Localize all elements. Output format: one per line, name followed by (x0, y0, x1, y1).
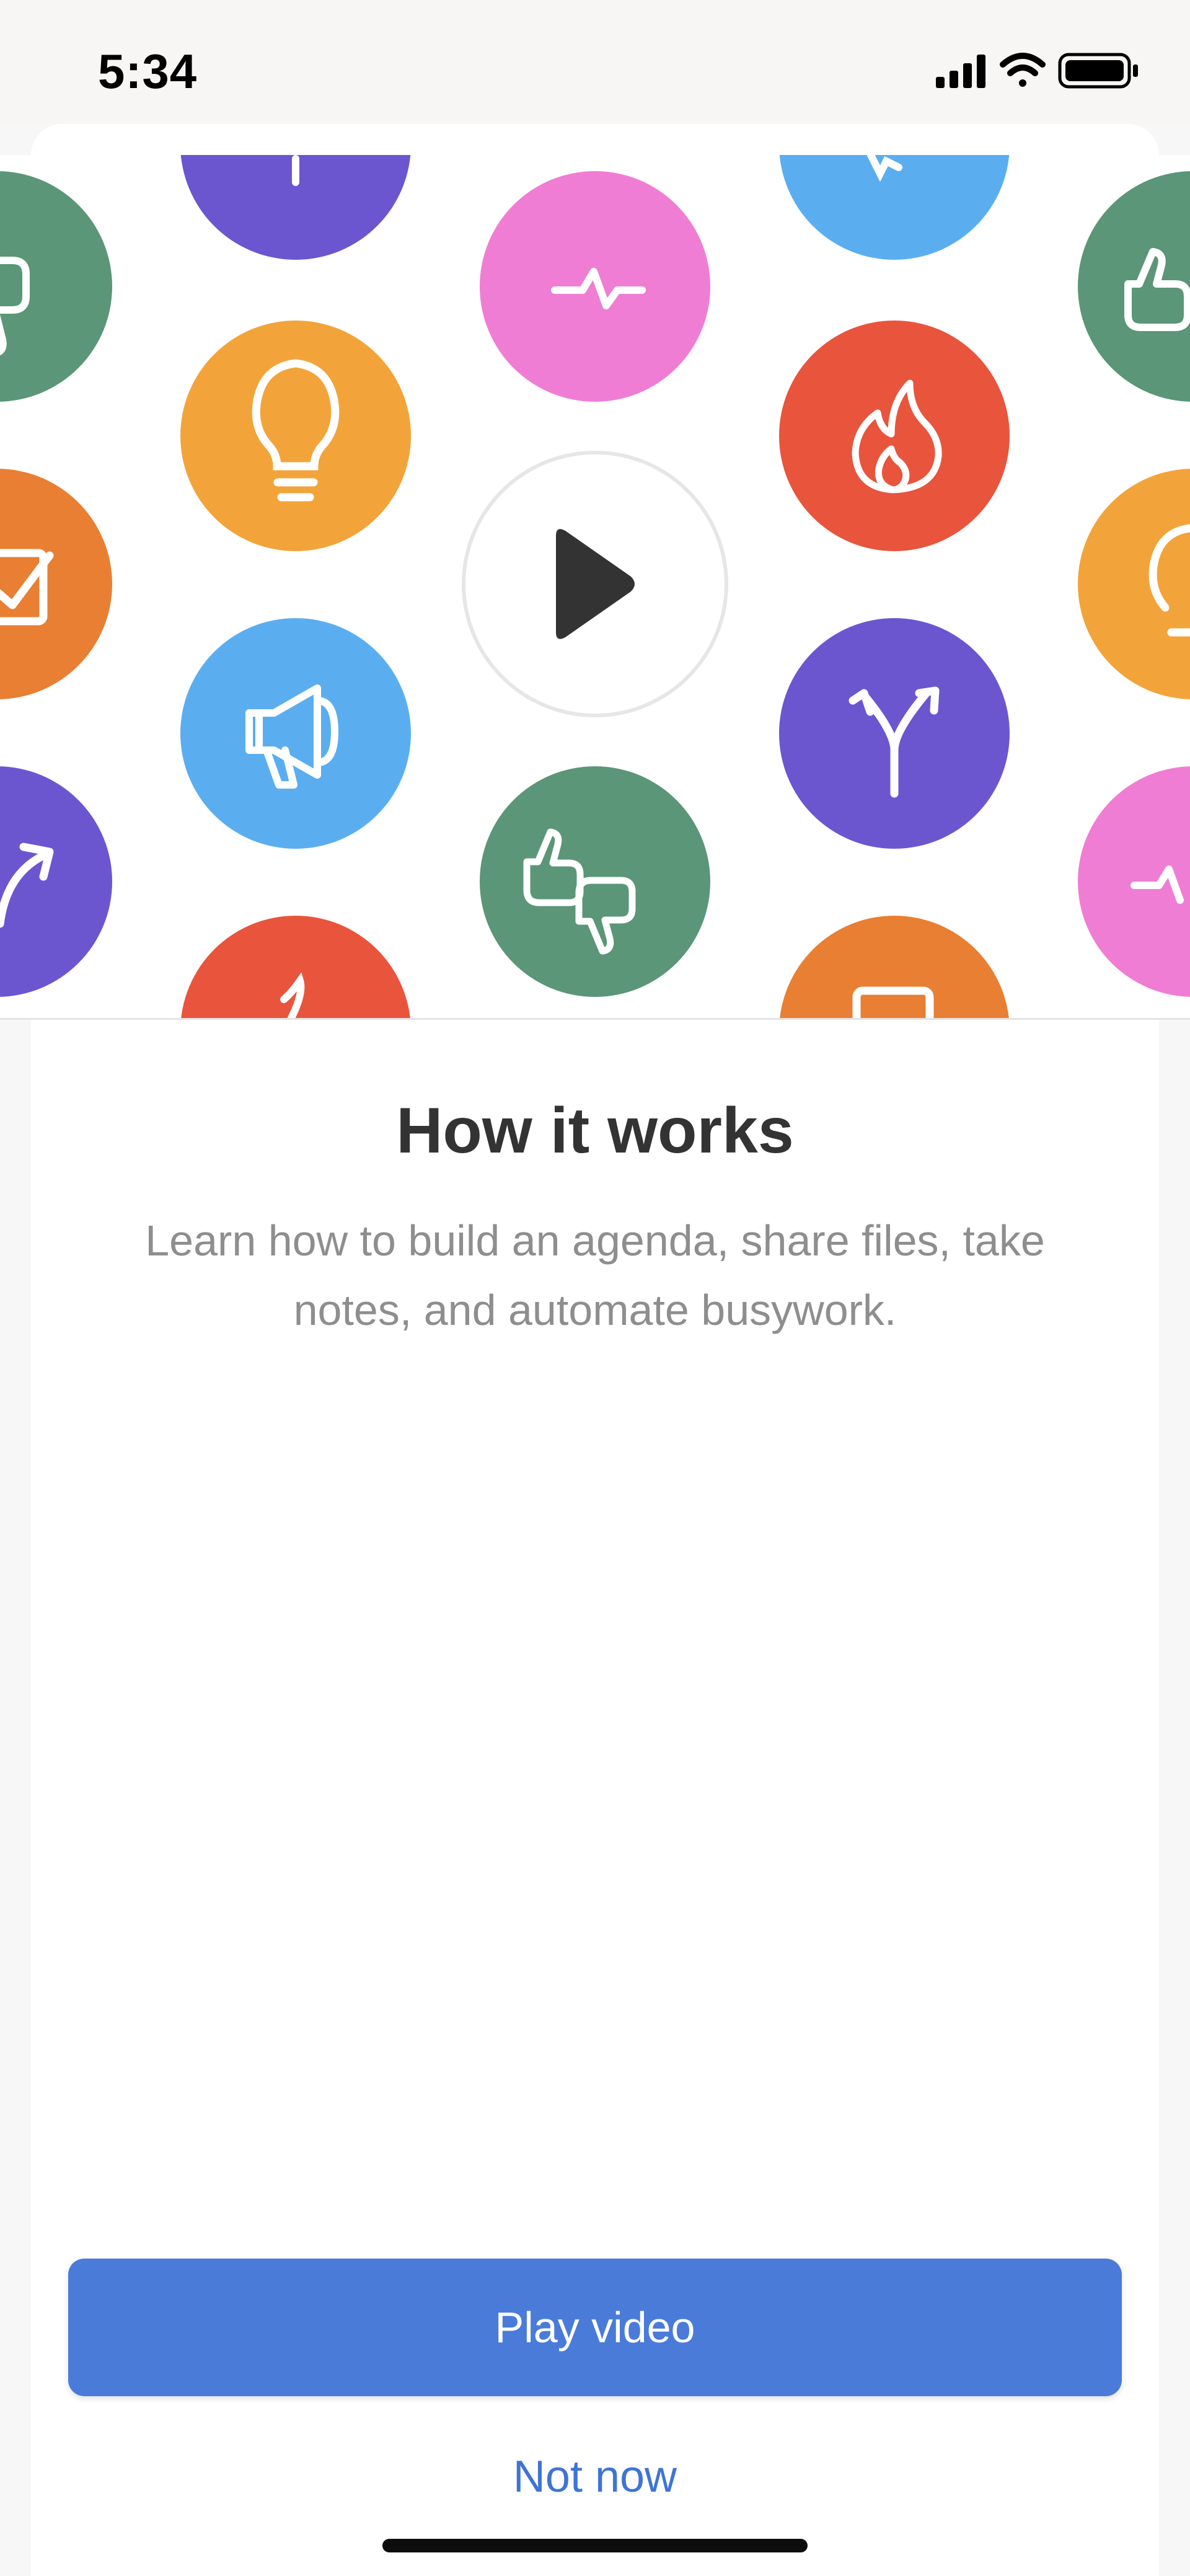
not-now-link[interactable]: Not now (409, 2440, 781, 2514)
trend-arrow-tile (0, 766, 112, 997)
play-video-control[interactable] (462, 451, 728, 717)
wifi-icon (1000, 53, 1046, 87)
home-indicator[interactable] (382, 2539, 808, 2552)
thumbs-down-tile (0, 171, 112, 402)
thumbs-up-down-tile (480, 766, 710, 997)
play-video-button[interactable]: Play video (68, 2259, 1122, 2396)
lightbulb-tile (180, 321, 411, 551)
page-description: Learn how to build an agenda, share file… (145, 1216, 1045, 1334)
page-title: How it works (396, 1095, 794, 1167)
thumbs-up-tile (1078, 171, 1190, 402)
cellular-signal-icon (936, 55, 985, 88)
battery-icon (1058, 53, 1138, 89)
hero-illustration (0, 155, 1190, 1020)
flame-tile-bottom (181, 916, 410, 1018)
lightbulb-tile-right (1078, 469, 1190, 699)
checkbox-tile (0, 469, 112, 699)
status-icons (936, 53, 1138, 89)
status-time: 5:34 (98, 44, 198, 99)
split-arrows-tile (779, 618, 1010, 849)
status-bar: 5:34 (0, 0, 1190, 124)
arrow-stem-icon (292, 155, 299, 186)
blue-tile-top (779, 155, 1010, 260)
flame-tile (779, 321, 1010, 551)
checkbox-tile-bottom (780, 916, 1009, 1018)
pulse-tile (480, 171, 710, 402)
megaphone-tile (180, 618, 411, 849)
pulse-tile-right (1078, 766, 1190, 997)
